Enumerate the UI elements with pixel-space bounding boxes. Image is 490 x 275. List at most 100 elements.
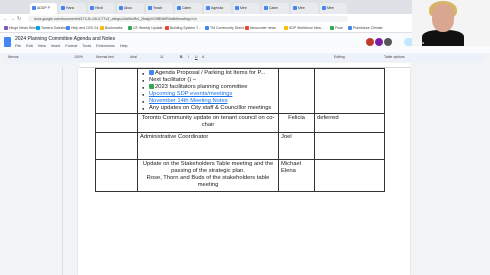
font-size-input[interactable]: 11 xyxy=(160,55,164,59)
lead-cell[interactable]: Michael Elena xyxy=(278,159,315,192)
tab-label: ADDP P xyxy=(37,6,50,10)
browser-tab[interactable]: Calen xyxy=(262,3,289,14)
bookmark-item[interactable]: Bookmarks xyxy=(100,26,123,30)
bookmark-item[interactable]: Help and CED 24... xyxy=(66,26,101,30)
menu-item-view[interactable]: View xyxy=(38,44,46,48)
lead-cell[interactable]: Joel xyxy=(278,132,315,160)
menu-item-extensions[interactable]: Extensions xyxy=(96,44,115,48)
menu-item-insert[interactable]: Insert xyxy=(51,44,61,48)
browser-tab[interactable]: Hans xyxy=(59,3,86,14)
agenda-link[interactable]: Upcoming SDP events/meetings xyxy=(149,91,232,97)
bookmark-item[interactable]: TM Community Direct xyxy=(205,26,244,30)
bold-button[interactable]: B xyxy=(180,55,183,59)
tab-label: Calen xyxy=(269,6,279,10)
bookmark-icon xyxy=(128,26,132,30)
smart-chip-icon[interactable] xyxy=(149,84,154,89)
menu-item-format[interactable]: Format xyxy=(65,44,77,48)
tab-label: Hans xyxy=(66,6,75,10)
tab-label: Abus xyxy=(124,6,132,10)
table-row: Agenda Proposal / Parking lot Items for … xyxy=(95,68,385,114)
table-cell[interactable] xyxy=(95,132,138,160)
style-select[interactable]: Normal text xyxy=(96,55,114,59)
toolbar-menus-button[interactable]: Menus xyxy=(8,55,19,59)
forward-icon[interactable]: → xyxy=(10,16,15,22)
browser-tab[interactable]: Mee xyxy=(291,3,318,14)
agenda-bullet-text: Agenda Proposal / Parking lot Items for … xyxy=(155,70,266,76)
agenda-table[interactable]: Agenda Proposal / Parking lot Items for … xyxy=(95,68,385,192)
browser-tab[interactable]: Calen xyxy=(175,3,202,14)
vertical-ruler[interactable] xyxy=(58,68,63,275)
font-select[interactable]: Arial xyxy=(130,55,137,59)
table-cell[interactable] xyxy=(95,159,138,192)
browser-tab[interactable]: Teach xyxy=(146,3,173,14)
tab-label: Hindi xyxy=(95,6,103,10)
bookmark-item[interactable]: SDP Workforce New... xyxy=(284,26,324,30)
back-icon[interactable]: ← xyxy=(3,16,8,22)
agenda-link[interactable]: November 14th Meeting Notes xyxy=(149,98,228,104)
bookmark-item[interactable]: Newcomer news xyxy=(245,26,276,30)
lead-cell[interactable]: Felicia xyxy=(278,113,315,133)
table-cell[interactable]: Agenda Proposal / Parking lot Items for … xyxy=(137,68,279,114)
tab-label: Mee xyxy=(240,6,247,10)
smart-chip-icon[interactable] xyxy=(149,70,154,75)
tab-favicon-icon xyxy=(148,6,152,10)
agenda-bullet-item[interactable]: Next facilitator () – xyxy=(140,77,276,84)
document-page[interactable]: Agenda Proposal / Parking lot Items for … xyxy=(78,68,410,275)
agenda-bullet-item[interactable]: Any updates on City staff & Councillor m… xyxy=(140,105,276,112)
agenda-bullet-item[interactable]: Agenda Proposal / Parking lot Items for … xyxy=(140,70,276,77)
text-color-button[interactable]: A xyxy=(202,55,204,59)
menu-item-edit[interactable]: Edit xyxy=(26,44,33,48)
tab-favicon-icon xyxy=(177,6,181,10)
tab-favicon-icon xyxy=(206,6,210,10)
italic-button[interactable]: I xyxy=(188,55,189,59)
reload-icon[interactable]: ↻ xyxy=(17,16,21,22)
docs-toolbar: Menus 100% Normal text Arial 11 B I U A … xyxy=(4,53,486,62)
topic-cell[interactable]: Update on the Stakeholders Table meeting… xyxy=(137,159,279,192)
agenda-bullet-item[interactable]: November 14th Meeting Notes xyxy=(140,98,276,105)
tab-label: Teach xyxy=(153,6,163,10)
bookmark-item[interactable]: Building System T... xyxy=(165,26,201,30)
browser-tab[interactable]: Mee xyxy=(233,3,260,14)
editing-mode-button[interactable]: Editing xyxy=(334,55,345,59)
topic-cell[interactable]: Administrative Coordinator xyxy=(137,132,279,160)
agenda-bullet-item[interactable]: Upcoming SDP events/meetings xyxy=(140,91,276,98)
menu-bar: File Edit View Insert Format Tools Extensions H… xyxy=(15,44,133,48)
agenda-bullet-text: Any updates on City staff & Councillor m… xyxy=(149,105,272,111)
bookmark-item[interactable]: CE Weekly Update... xyxy=(128,26,165,30)
menu-item-tools[interactable]: Tools xyxy=(82,44,91,48)
bookmark-item[interactable]: Pose xyxy=(330,26,343,30)
menu-item-help[interactable]: Help xyxy=(120,44,128,48)
collaborator-avatar[interactable] xyxy=(366,38,374,46)
bookmark-item[interactable]: Plainfuture Climate xyxy=(348,26,383,30)
status-cell[interactable] xyxy=(314,159,385,192)
table-cell[interactable] xyxy=(95,68,138,114)
url-input[interactable]: docs.google.com/document/d/1TCJk-1SLiC7T… xyxy=(28,16,348,22)
collaborator-avatar[interactable] xyxy=(384,38,392,46)
bookmark-icon xyxy=(36,26,40,30)
browser-tab[interactable]: Hindi xyxy=(88,3,115,14)
table-cell[interactable] xyxy=(95,113,138,133)
tab-favicon-icon xyxy=(90,6,94,10)
document-title[interactable]: 2024 Planning Committee Agenda and Notes xyxy=(15,36,115,42)
menu-item-file[interactable]: File xyxy=(15,44,21,48)
bookmark-icon xyxy=(348,26,352,30)
tab-favicon-icon xyxy=(322,6,326,10)
docs-logo-icon[interactable] xyxy=(4,37,11,47)
underline-button[interactable]: U xyxy=(195,55,198,59)
status-cell[interactable]: deferred xyxy=(314,113,385,133)
browser-tab[interactable]: ADDP P xyxy=(30,3,57,14)
browser-tab[interactable]: Agenda xyxy=(204,3,231,14)
bookmark-icon xyxy=(66,26,70,30)
topic-cell[interactable]: Toronto Community update on tenant counc… xyxy=(137,113,279,133)
browser-tab[interactable]: Abus xyxy=(117,3,144,14)
agenda-bullet-text: 2023 facilitators planning committee xyxy=(155,84,248,90)
table-cell[interactable] xyxy=(278,68,315,114)
table-cell[interactable] xyxy=(314,68,385,114)
agenda-bullet-item[interactable]: 2023 facilitators planning committee xyxy=(140,84,276,91)
table-options-button[interactable]: Table options xyxy=(384,55,405,59)
collaborator-avatar[interactable] xyxy=(375,38,383,46)
status-cell[interactable] xyxy=(314,132,385,160)
browser-tab[interactable]: Mee xyxy=(320,3,347,14)
zoom-select[interactable]: 100% xyxy=(74,55,83,59)
video-call-thumbnail[interactable]: Elena xyxy=(412,0,490,46)
